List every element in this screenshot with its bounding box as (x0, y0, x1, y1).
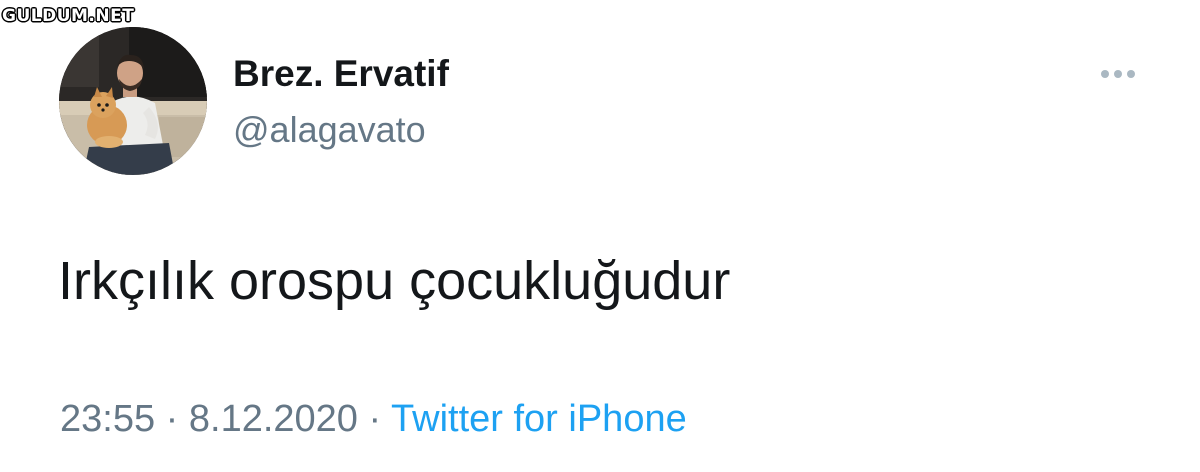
display-name[interactable]: Brez. Ervatif (233, 52, 449, 96)
more-options-button[interactable] (1094, 62, 1142, 86)
avatar[interactable] (59, 27, 207, 175)
tweet-text: Irkçılık orospu çocukluğudur (58, 251, 731, 311)
meta-separator: · (368, 398, 382, 440)
tweet-metadata: 23:55 · 8.12.2020 · Twitter for iPhone (60, 395, 687, 443)
tweet-source-link[interactable]: Twitter for iPhone (391, 398, 687, 440)
meta-separator: · (165, 398, 179, 440)
user-handle[interactable]: @alagavato (233, 108, 426, 152)
more-horizontal-icon-dot (1127, 70, 1135, 78)
tweet-date[interactable]: 8.12.2020 (189, 398, 358, 440)
more-horizontal-icon (1101, 70, 1109, 78)
tweet-time[interactable]: 23:55 (60, 398, 155, 440)
watermark-logo: GULDUM.NET (2, 6, 135, 26)
avatar-photo (59, 27, 207, 175)
more-horizontal-icon-dot (1114, 70, 1122, 78)
